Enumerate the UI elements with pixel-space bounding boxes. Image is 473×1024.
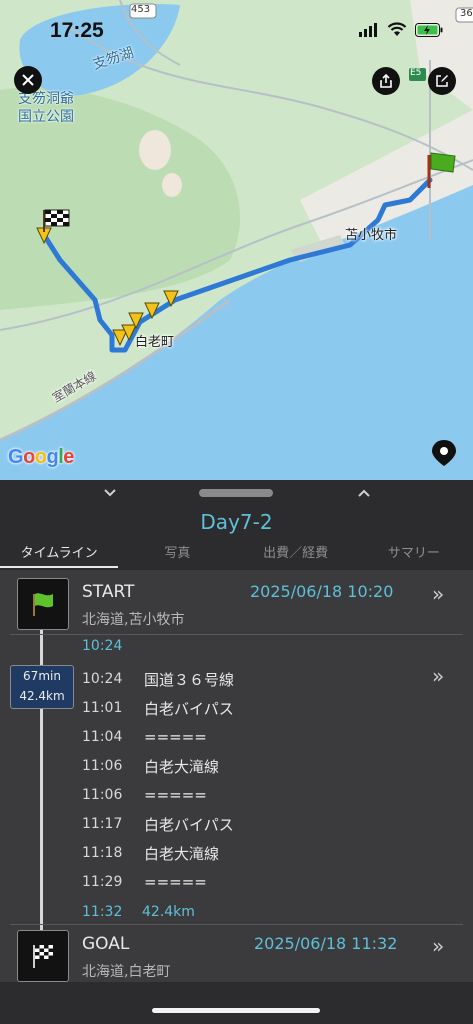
wifi-icon	[387, 22, 407, 36]
arrival-distance: 42.4km	[142, 904, 195, 920]
route-step: 11:06 白老大滝線	[82, 754, 219, 778]
route-step-time: 11:17	[82, 816, 123, 832]
edit-icon	[436, 75, 448, 87]
route-step-time: 11:06	[82, 787, 123, 803]
app-screen: 453 E5 36 支笏湖 支笏洞爺 国立公園 苫小牧市 白老町 室蘭本線 Go…	[0, 0, 473, 1024]
home-indicator[interactable]	[152, 1008, 320, 1013]
tab-photos[interactable]: 写真	[118, 540, 236, 568]
green-flag-icon	[33, 593, 53, 616]
google-logo: Google	[8, 446, 74, 468]
route-step-road: 白老大滝線	[144, 844, 220, 863]
close-icon	[22, 74, 34, 86]
bottom-sheet: Day7-2 タイムライン 写真 出費／経費 サマリー START 北海道,苫小…	[0, 480, 473, 1024]
route-step: 11:04 =====	[82, 725, 207, 749]
route-step-road: =====	[144, 873, 207, 891]
start-place: 北海道,苫小牧市	[82, 612, 185, 628]
tomakomai-label: 苫小牧市	[345, 228, 398, 243]
status-bar: 17:25	[0, 0, 473, 60]
route-step-time: 10:24	[82, 671, 123, 687]
sheet-drag-handle[interactable]	[199, 489, 273, 497]
location-pin-button[interactable]	[430, 436, 458, 470]
edit-button[interactable]	[428, 67, 456, 95]
duration-minutes: 67min	[23, 669, 61, 683]
route-step-time: 11:01	[82, 700, 123, 716]
route-step-time: 11:29	[82, 874, 123, 890]
route-step: 11:29 =====	[82, 870, 207, 894]
shiraoi-label: 白老町	[135, 335, 175, 350]
battery-charging-icon	[415, 22, 443, 37]
route-step-time: 11:04	[82, 729, 123, 745]
route-detail-button[interactable]: »	[432, 664, 444, 688]
duration-distance: 42.4km	[19, 689, 65, 703]
park-label-line2: 国立公園	[18, 109, 74, 125]
start-flag-box	[17, 578, 69, 630]
depart-time: 10:24	[82, 638, 123, 654]
route-step-road: 白老大滝線	[144, 757, 220, 776]
route-step-road: =====	[144, 786, 207, 804]
route-step: 11:01 白老バイパス	[82, 696, 234, 720]
duration-badge: 67min 42.4km	[10, 665, 74, 709]
timeline-list[interactable]: START 北海道,苫小牧市 2025/06/18 10:20 » 10:24 …	[0, 570, 473, 982]
status-time: 17:25	[50, 19, 104, 42]
checkered-flag-icon	[33, 945, 53, 968]
route-e5-label: E5	[410, 68, 422, 78]
tab-active-indicator	[0, 566, 118, 568]
route-step-time: 11:06	[82, 758, 123, 774]
route-step: 11:18 白老大滝線	[82, 841, 219, 865]
start-detail-button[interactable]: »	[432, 582, 444, 606]
route-step-road: 国道３６号線	[144, 670, 235, 689]
goal-flag-box	[17, 930, 69, 982]
goal-detail-button[interactable]: »	[432, 934, 444, 958]
route-map[interactable]: 453 E5 36 支笏湖 支笏洞爺 国立公園 苫小牧市 白老町 室蘭本線 Go…	[0, 0, 473, 480]
route-step: 11:17 白老バイパス	[82, 812, 234, 836]
route-step: 10:24 国道３６号線	[82, 667, 234, 691]
status-icons	[359, 22, 443, 37]
goal-place: 北海道,白老町	[82, 964, 171, 980]
route-step: 11:06 =====	[82, 783, 207, 807]
goal-datetime: 2025/06/18 11:32	[254, 934, 398, 953]
cellular-signal-icon	[359, 22, 377, 37]
share-icon	[380, 74, 392, 88]
divider	[10, 924, 463, 925]
divider	[10, 634, 463, 635]
start-datetime: 2025/06/18 10:20	[250, 582, 394, 601]
share-button[interactable]	[372, 67, 400, 95]
bottom-bar	[0, 982, 473, 1024]
goal-title: GOAL	[82, 934, 130, 954]
tab-expenses[interactable]: 出費／経費	[237, 540, 355, 568]
tab-summary[interactable]: サマリー	[355, 540, 473, 568]
start-title: START	[82, 582, 135, 602]
page-title: Day7-2	[200, 510, 273, 534]
route-step-road: =====	[144, 728, 207, 746]
tab-bar: タイムライン 写真 出費／経費 サマリー	[0, 540, 473, 568]
chevron-up-icon[interactable]	[356, 485, 372, 501]
map-canvas[interactable]	[0, 0, 473, 480]
arrival-time: 11:32	[82, 904, 123, 920]
route-step-road: 白老バイパス	[144, 815, 234, 834]
close-button[interactable]	[14, 66, 42, 94]
route-step-road: 白老バイパス	[144, 699, 234, 718]
chevron-down-icon[interactable]	[102, 485, 118, 501]
sheet-header: Day7-2 タイムライン 写真 出費／経費 サマリー	[0, 480, 473, 570]
tab-timeline[interactable]: タイムライン	[0, 540, 118, 568]
route-step-time: 11:18	[82, 845, 123, 861]
